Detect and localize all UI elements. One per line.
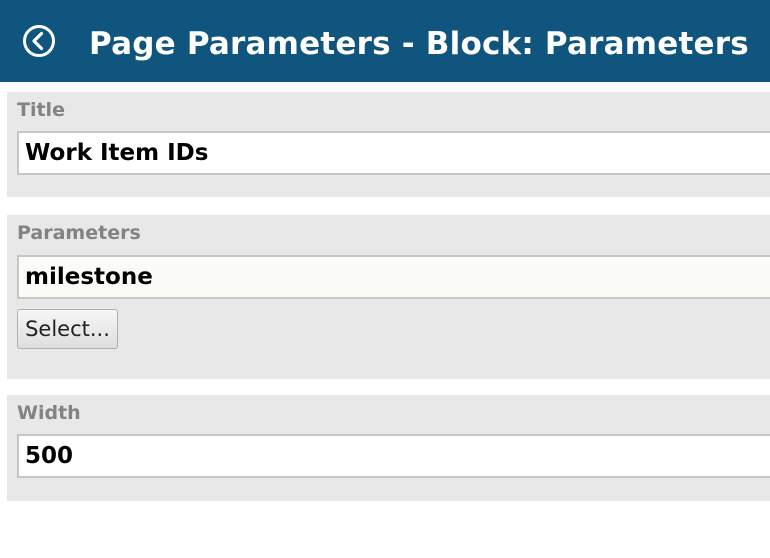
width-section: Width xyxy=(7,395,770,501)
page-title: Page Parameters - Block: Parameters xyxy=(89,26,749,62)
parameters-label: Parameters xyxy=(17,222,141,244)
page-header: Page Parameters - Block: Parameters xyxy=(0,0,770,82)
select-button[interactable]: Select... xyxy=(17,309,118,349)
title-input[interactable] xyxy=(17,131,770,175)
width-label: Width xyxy=(17,402,81,424)
back-circle-arrow-icon xyxy=(23,25,55,57)
back-button[interactable] xyxy=(22,24,56,58)
width-input[interactable] xyxy=(17,434,770,478)
title-label: Title xyxy=(17,99,65,121)
parameters-input[interactable] xyxy=(17,255,770,299)
title-section: Title xyxy=(7,92,770,197)
parameters-section: Parameters Select... xyxy=(7,215,770,379)
